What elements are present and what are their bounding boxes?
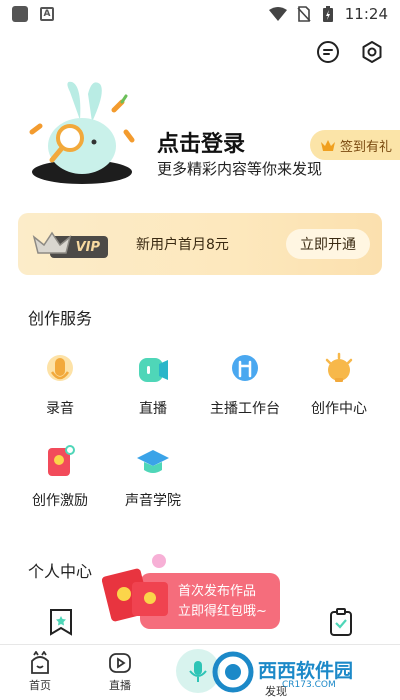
no-sim-icon	[297, 6, 311, 22]
vip-open-button[interactable]: 立即开通	[286, 229, 370, 259]
rabbit-avatar-icon[interactable]	[26, 80, 138, 186]
promo-line2: 立即得红包哦~	[178, 604, 267, 619]
tab-live[interactable]: 直播	[90, 651, 150, 693]
watermark-title: 西西软件园	[258, 660, 354, 682]
microphone-icon	[47, 355, 73, 381]
play-icon	[109, 653, 131, 673]
grid-item-academy[interactable]: 声音学院	[108, 444, 198, 510]
login-title[interactable]: 点击登录	[157, 126, 245, 158]
grid-label-record: 录音	[46, 401, 74, 417]
promo-line1: 首次发布作品	[178, 584, 257, 599]
crown-icon	[320, 140, 335, 151]
checkin-label: 签到有礼	[339, 139, 392, 155]
tab-home-label: 首页	[29, 679, 51, 692]
grid-item-creator-center[interactable]: 创作中心	[294, 352, 384, 418]
workbench-icon	[232, 355, 258, 381]
login-subtitle: 更多精彩内容等你来发现	[157, 160, 323, 178]
vip-crown-icon	[32, 231, 72, 254]
grid-label-live: 直播	[139, 401, 167, 417]
wifi-icon	[268, 7, 287, 21]
grid-item-incentive[interactable]: 创作激励	[15, 444, 105, 510]
lightbulb-icon	[325, 352, 353, 382]
message-icon[interactable]	[316, 40, 340, 64]
tab-live-label: 直播	[109, 679, 131, 692]
a-badge-icon: A	[40, 7, 54, 21]
watermark-logo-icon	[212, 651, 254, 693]
settings-icon[interactable]	[360, 40, 384, 64]
vip-card[interactable]: VIP 新用户首月8元 立即开通	[18, 213, 382, 275]
notification-square-icon	[12, 6, 28, 22]
watermark-sub: CR173.COM	[282, 680, 336, 690]
grid-label-incentive: 创作激励	[32, 493, 88, 509]
home-icon	[31, 651, 49, 674]
grid-label-workbench: 主播工作台	[210, 401, 280, 417]
top-actions	[316, 40, 384, 64]
publish-mic-icon	[189, 661, 207, 682]
personal-section-title: 个人中心	[28, 562, 93, 581]
status-time: 11:24	[344, 5, 388, 23]
battery-charging-icon	[322, 6, 333, 22]
create-section-title: 创作服务	[28, 309, 93, 328]
grid-item-workbench[interactable]: 主播工作台	[200, 352, 290, 418]
promo-popup[interactable]: 首次发布作品 立即得红包哦~	[102, 554, 280, 636]
graduation-cap-icon	[137, 450, 169, 473]
status-bar: A 11:24	[0, 0, 400, 28]
reward-icon	[48, 445, 75, 476]
profile-header: 点击登录 更多精彩内容等你来发现 签到有礼	[0, 80, 400, 200]
promo-text: 首次发布作品 立即得红包哦~	[178, 582, 267, 622]
checkin-button[interactable]: 签到有礼	[309, 130, 400, 160]
vip-offer-text: 新用户首月8元	[136, 237, 229, 253]
tab-home[interactable]: 首页	[10, 651, 70, 693]
grid-item-live[interactable]: 直播	[108, 352, 198, 418]
grid-label-academy: 声音学院	[125, 493, 181, 509]
vip-badge: VIP	[30, 229, 110, 259]
grid-item-record[interactable]: 录音	[15, 352, 105, 418]
watermark: 西西软件园 CR173.COM	[210, 650, 386, 694]
grid-label-creator-center: 创作中心	[311, 401, 367, 417]
live-icon	[139, 358, 168, 382]
red-envelope-small-icon	[132, 582, 168, 616]
clipboard-icon[interactable]	[328, 608, 354, 636]
bookmark-icon[interactable]	[48, 608, 74, 636]
